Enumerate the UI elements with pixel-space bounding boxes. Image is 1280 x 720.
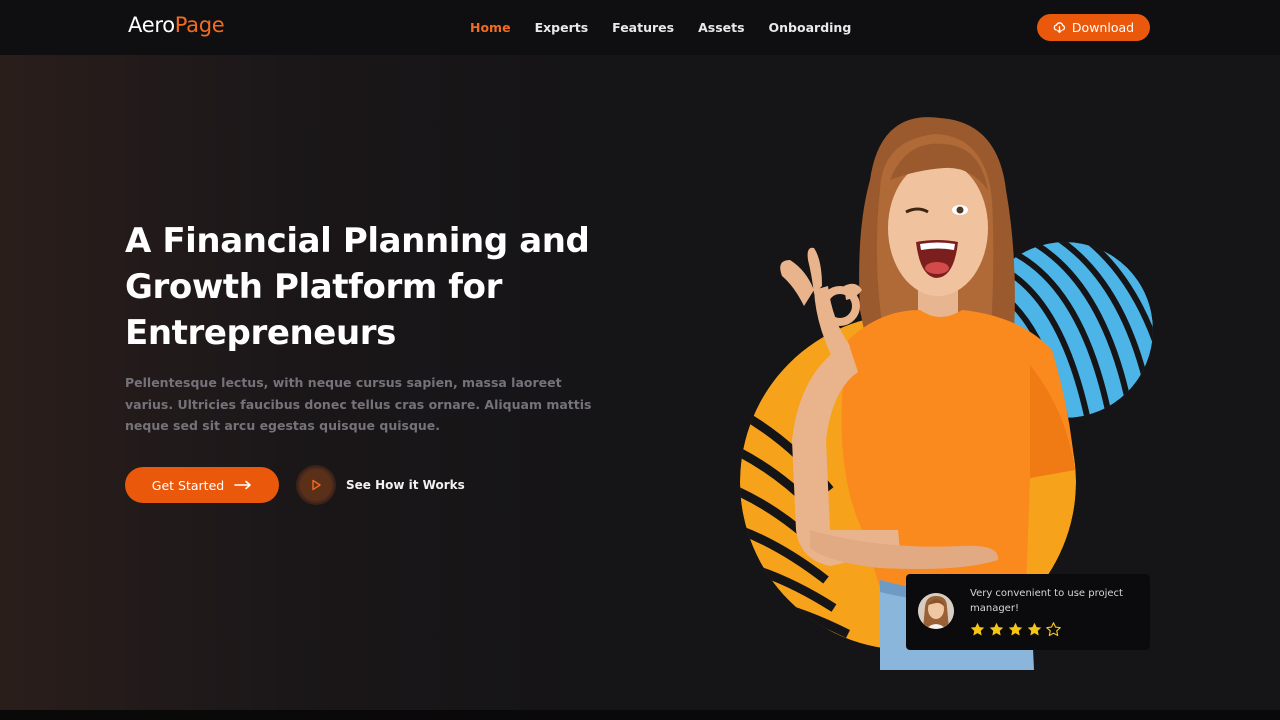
top-navbar: AeroPage Home Experts Features Assets On…: [0, 0, 1280, 55]
see-how-it-works-link[interactable]: See How it Works: [346, 478, 465, 492]
star-filled-icon: [970, 622, 985, 636]
brand-name-part2: Page: [174, 13, 225, 37]
get-started-button[interactable]: Get Started: [125, 467, 279, 503]
nav-item-onboarding[interactable]: Onboarding: [769, 20, 852, 35]
nav-item-features[interactable]: Features: [612, 20, 674, 35]
download-label: Download: [1071, 20, 1135, 35]
hero-subtext: Pellentesque lectus, with neque cursus s…: [125, 375, 592, 433]
play-video-button[interactable]: [296, 465, 336, 505]
download-button[interactable]: Download: [1037, 14, 1150, 41]
footer-edge: [0, 710, 1280, 720]
play-icon: [312, 479, 321, 491]
brand-logo[interactable]: AeroPage: [128, 13, 225, 37]
headline-line2: Growth Platform for: [125, 267, 503, 307]
headline-line3: Entrepreneurs: [125, 313, 396, 353]
review-card: Very convenient to use project manager!: [906, 574, 1150, 650]
brand-name-part1: Aero: [128, 13, 175, 37]
headline-line1: A Financial Planning and: [125, 221, 590, 261]
get-started-label: Get Started: [151, 477, 225, 493]
star-filled-icon: [989, 622, 1004, 636]
star-filled-icon: [1027, 622, 1042, 636]
reviewer-avatar: [918, 593, 954, 629]
star-outline-icon: [1046, 622, 1061, 637]
nav-item-experts[interactable]: Experts: [535, 20, 589, 35]
nav-item-assets[interactable]: Assets: [698, 20, 744, 35]
play-button-inner: [300, 469, 332, 501]
cloud-download-icon: [1053, 22, 1065, 34]
rating-stars: [969, 621, 1062, 638]
review-text: Very convenient to use project manager!: [970, 588, 1123, 614]
star-filled-icon: [1008, 622, 1023, 636]
arrow-right-icon: [234, 480, 252, 490]
nav-item-home[interactable]: Home: [470, 20, 511, 35]
main-nav: Home Experts Features Assets Onboarding: [470, 20, 851, 35]
hero-headline: A Financial Planning and Growth Platform…: [125, 218, 595, 356]
